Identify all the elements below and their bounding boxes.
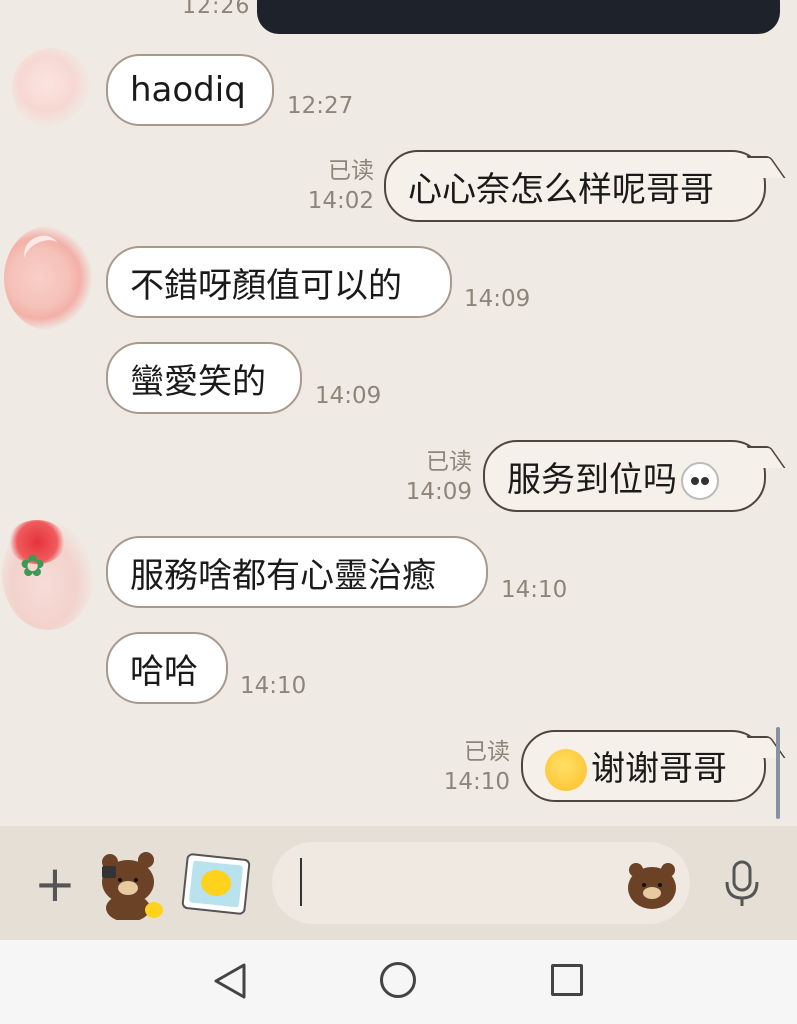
scrollbar[interactable]	[776, 727, 780, 819]
read-receipt: 已读 14:09	[398, 447, 472, 507]
message-time: 14:02	[307, 188, 374, 214]
recent-apps-icon[interactable]	[551, 964, 583, 996]
message-text: 服務啥都有心靈治癒	[130, 555, 436, 596]
leaf-icon: ✿	[20, 549, 46, 584]
message-text: 蠻愛笑的	[130, 361, 266, 402]
message-content: 服务到位吗	[485, 452, 741, 501]
microphone-icon[interactable]	[722, 860, 762, 908]
message-time: 14:09	[464, 286, 531, 312]
message-time: 12:27	[287, 93, 354, 119]
outgoing-message-bubble[interactable]: 心心奈怎么样呢哥哥	[384, 150, 766, 222]
incoming-message-bubble[interactable]: haodiq	[106, 54, 274, 126]
message-text: haodiq	[130, 70, 246, 110]
read-label: 已读	[464, 739, 510, 765]
message-time: 14:09	[315, 383, 382, 409]
contact-avatar[interactable]	[12, 48, 90, 128]
message-content: 谢谢哥哥	[523, 741, 749, 792]
incoming-message-bubble[interactable]: 服務啥都有心靈治癒	[106, 536, 488, 608]
outgoing-message-bubble[interactable]: 服务到位吗	[483, 440, 766, 512]
message-text: 哈哈	[130, 651, 198, 692]
photo-sticker-icon[interactable]	[181, 852, 251, 916]
message-text: 服务到位吗	[507, 459, 677, 500]
plus-icon[interactable]: +	[34, 859, 76, 909]
incoming-message-bubble[interactable]: 蠻愛笑的	[106, 342, 302, 414]
incoming-message-bubble[interactable]: 哈哈	[106, 632, 228, 704]
contact-avatar[interactable]: ✿	[2, 518, 94, 630]
home-icon[interactable]	[380, 962, 416, 998]
message-time: 14:10	[501, 577, 568, 603]
bear-sticker-icon[interactable]	[96, 848, 168, 920]
message-text: 不錯呀顏值可以的	[130, 265, 402, 306]
outgoing-message-bubble[interactable]: 谢谢哥哥	[521, 730, 766, 802]
read-receipt: 已读 14:10	[436, 737, 510, 797]
message-time: 14:10	[240, 673, 307, 699]
back-icon[interactable]	[212, 962, 248, 1000]
read-label: 已读	[328, 158, 374, 184]
bear-emoji-button-icon[interactable]	[626, 860, 678, 910]
incoming-message-bubble[interactable]: 不錯呀顏值可以的	[106, 246, 452, 318]
read-label: 已读	[426, 449, 472, 475]
text-cursor	[300, 858, 302, 906]
message-time: 14:10	[443, 769, 510, 795]
chat-screen: 12:26 ✿ haodiq 12:27 已读 14:02 心心奈怎么样呢哥哥 …	[0, 0, 797, 1024]
message-time: 12:26	[182, 0, 251, 19]
previous-message-bubble[interactable]	[257, 0, 780, 34]
message-text: 心心奈怎么样呢哥哥	[408, 169, 714, 210]
read-receipt: 已读 14:02	[300, 156, 374, 216]
contact-avatar[interactable]	[4, 226, 92, 330]
white-face-icon	[681, 462, 719, 500]
message-text: 谢谢哥哥	[591, 748, 727, 789]
message-time: 14:09	[405, 479, 472, 505]
happy-sun-icon	[545, 749, 587, 792]
